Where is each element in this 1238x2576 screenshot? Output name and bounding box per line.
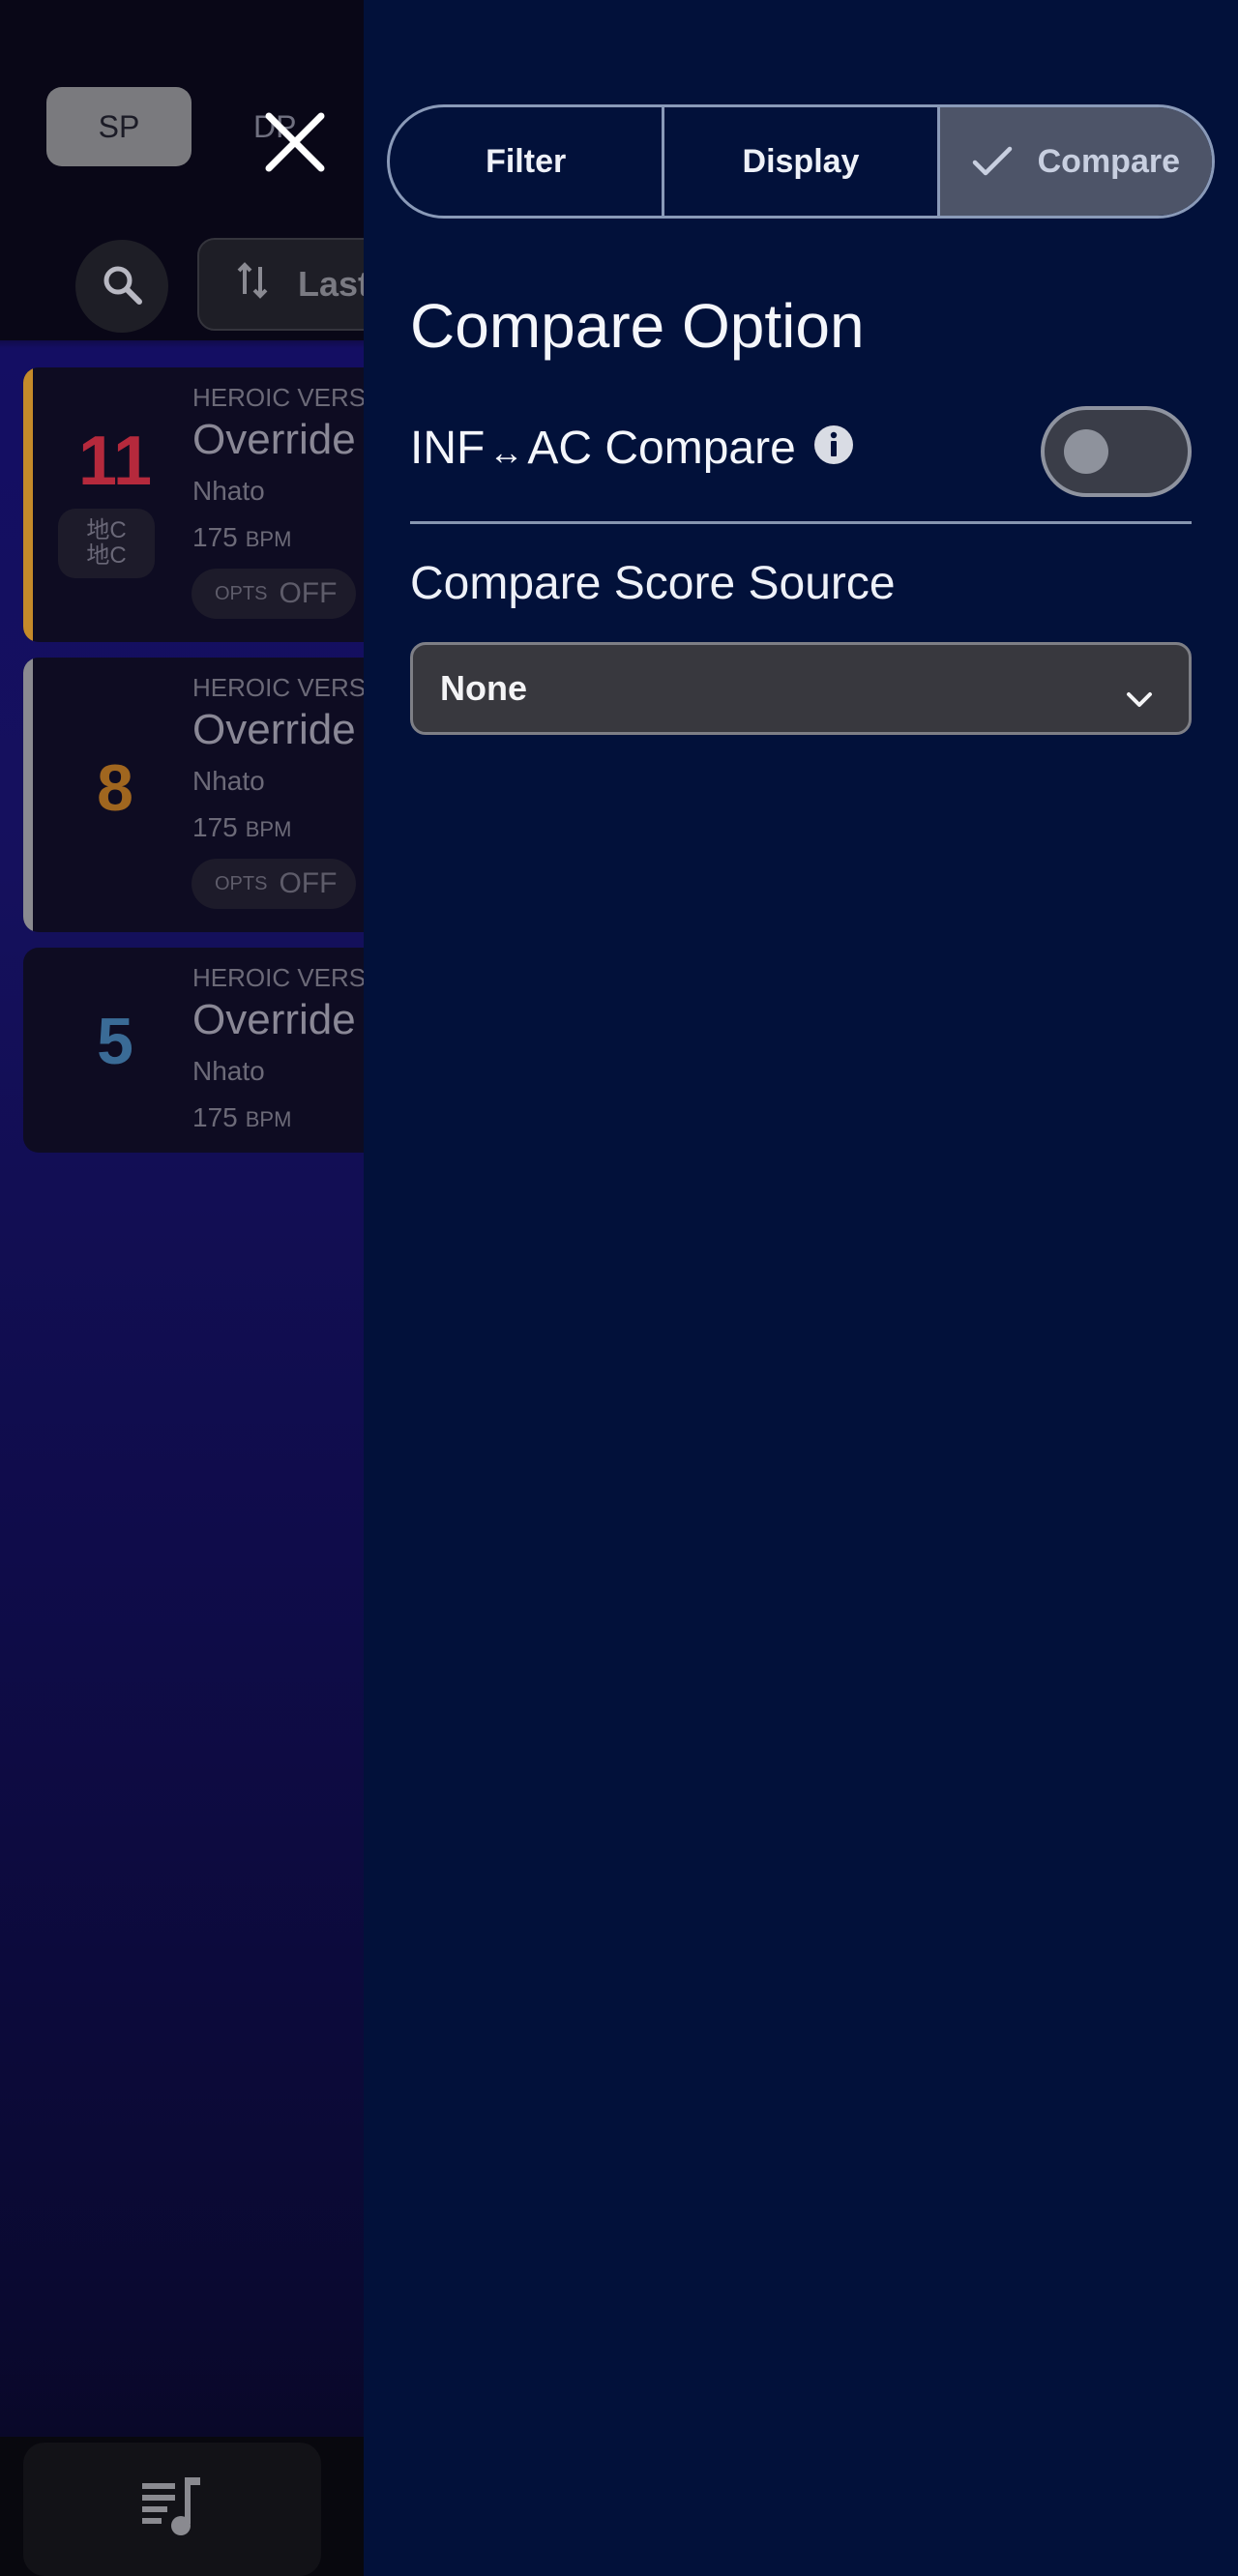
compare-score-source-label: Compare Score Source: [410, 558, 896, 609]
song-artist: Nhato: [192, 766, 265, 796]
card-stripe: [23, 658, 33, 932]
sp-mode-label: SP: [98, 108, 140, 144]
sort-button[interactable]: Last: [197, 238, 364, 331]
bpm-value: 175: [192, 812, 238, 842]
chevron-down-icon: [1125, 678, 1154, 718]
song-artist: Nhato: [192, 476, 265, 506]
bpm-value: 175: [192, 522, 238, 552]
tab-display[interactable]: Display: [664, 107, 940, 216]
tab-compare-label: Compare: [1037, 142, 1180, 180]
inf-ac-compare-toggle[interactable]: [1041, 406, 1192, 497]
bpm-unit: BPM: [245, 1107, 292, 1131]
ac-compare-label: AC Compare: [527, 423, 796, 474]
divider: [410, 521, 1192, 524]
sort-label: Last: [298, 264, 364, 304]
select-value: None: [440, 668, 527, 708]
card-stripe: [23, 367, 33, 642]
bpm-unit: BPM: [245, 817, 292, 841]
sort-icon: [236, 261, 269, 308]
opts-value: OFF: [279, 577, 338, 609]
song-bpm: 175 BPM: [192, 812, 291, 843]
level-number: 8: [97, 751, 133, 825]
tab-filter-label: Filter: [486, 142, 567, 180]
section-title: Compare Option: [410, 291, 865, 361]
song-bpm: 175 BPM: [192, 522, 291, 553]
song-version: HEROIC VERSE: [192, 673, 364, 702]
panel-tab-group: Filter Display Compare: [387, 104, 1215, 219]
opts-chip: OPTS OFF: [192, 569, 356, 619]
song-title: Override: [192, 706, 356, 753]
tab-compare[interactable]: Compare: [939, 107, 1212, 216]
list-item[interactable]: 5 HEROIC VERSE Override Nhato 175 BPM: [23, 948, 364, 1153]
song-title: Override: [192, 996, 356, 1043]
song-version: HEROIC VERSE: [192, 383, 364, 412]
opts-chip: OPTS OFF: [192, 859, 356, 909]
search-button[interactable]: [75, 240, 168, 333]
level-number: 11: [77, 423, 153, 500]
music-list-button[interactable]: [23, 2443, 321, 2576]
bpm-value: 175: [192, 1102, 238, 1132]
bidirectional-arrow: ↔: [488, 431, 524, 472]
inf-ac-compare-label: INF ↔ AC Compare: [410, 422, 854, 475]
inf-label: INF: [410, 423, 486, 474]
sp-mode-button[interactable]: SP: [46, 87, 192, 166]
badge-line: 地C: [86, 517, 127, 543]
options-drawer: Filter Display Compare Compare Option IN…: [364, 0, 1238, 2576]
badge-line: 地C: [86, 542, 127, 569]
tab-filter[interactable]: Filter: [390, 107, 665, 216]
toggle-knob: [1064, 429, 1108, 474]
close-icon[interactable]: [261, 108, 329, 176]
list-item[interactable]: 8 HEROIC VERSE Override Nhato 175 BPM OPT…: [23, 658, 364, 932]
tab-display-label: Display: [742, 142, 860, 180]
background-song-list: SP DP Last 11 地C 地C: [0, 0, 364, 2576]
level-number: 5: [97, 1005, 133, 1078]
clear-badge: 地C 地C: [58, 509, 155, 578]
list-item[interactable]: 11 地C 地C HEROIC VERSE Override Nhato 175…: [23, 367, 364, 642]
song-artist: Nhato: [192, 1056, 265, 1086]
opts-key: OPTS: [215, 582, 268, 604]
check-icon: [972, 146, 1012, 176]
song-title: Override: [192, 416, 356, 463]
opts-key: OPTS: [215, 872, 268, 894]
song-version: HEROIC VERSE: [192, 963, 364, 992]
info-icon[interactable]: [813, 424, 854, 477]
search-icon: [101, 263, 143, 310]
music-list-icon: [138, 2474, 206, 2546]
song-bpm: 175 BPM: [192, 1102, 291, 1133]
compare-score-source-select[interactable]: None: [410, 642, 1192, 735]
bpm-unit: BPM: [245, 527, 292, 551]
opts-value: OFF: [279, 867, 338, 899]
